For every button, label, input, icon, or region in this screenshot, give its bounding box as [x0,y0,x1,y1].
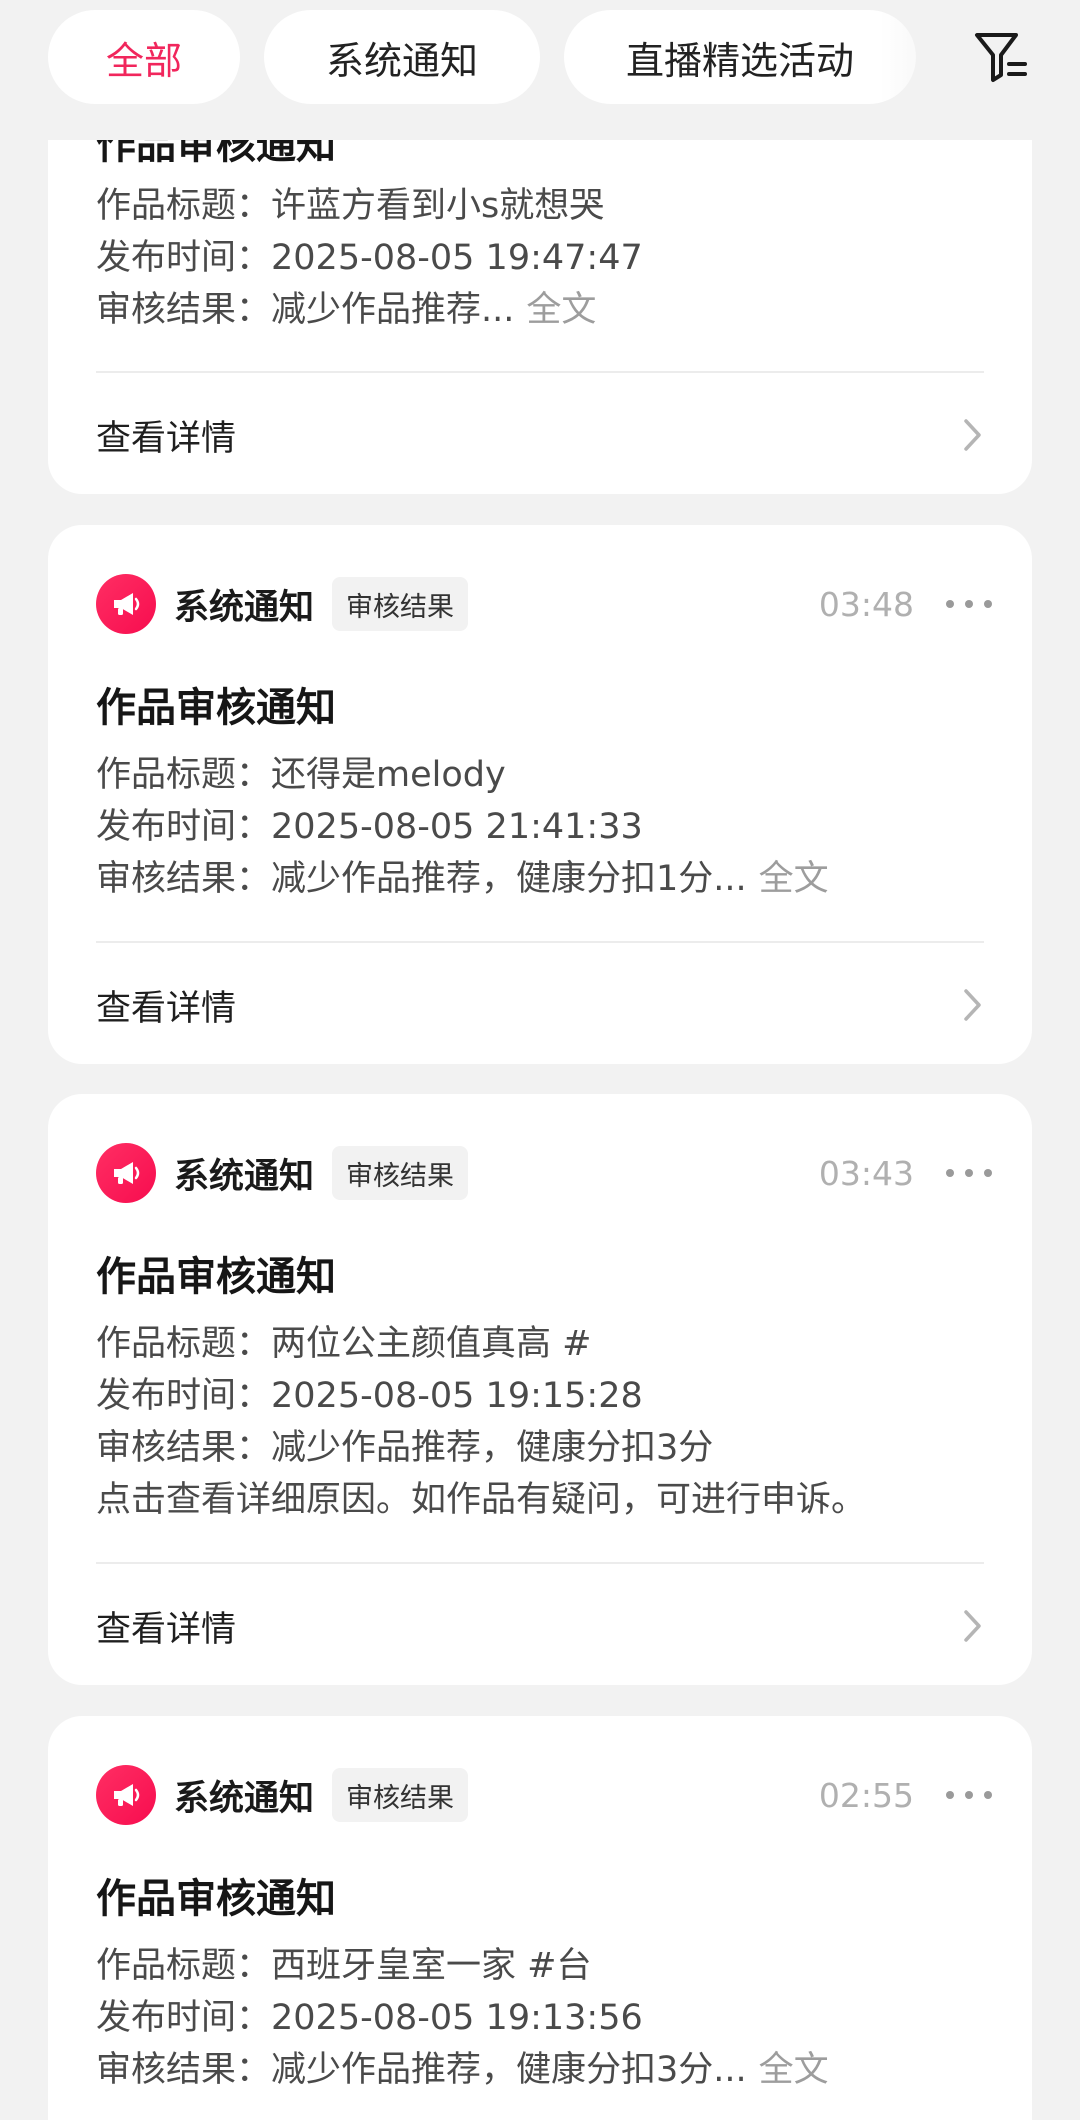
line-label: 发布时间： [96,1998,272,2038]
view-details-label: 查看详情 [96,1609,237,1650]
line-value: 减少作品推荐，健康分扣3分... [271,2050,747,2090]
more-horizontal-icon[interactable] [946,584,992,624]
line-value: 减少作品推荐，健康分扣1分... [271,859,747,899]
line-label: 审核结果： [96,859,272,899]
category-tag: 审核结果 [332,1768,469,1822]
card-line-work-title: 作品标题：西班牙皇室一家 #台 [96,1942,992,1990]
line-label: 发布时间： [96,807,272,847]
chevron-right-icon [962,1608,984,1644]
card-header: 系统通知 审核结果 03:43 [96,1143,992,1203]
tab-system-notice[interactable]: 系统通知 [264,10,540,104]
megaphone-icon [96,1143,156,1203]
line-label: 作品标题： [96,1946,272,1986]
card-line-review-result: 审核结果：减少作品推荐，健康分扣1分... 全文 [96,855,992,903]
timestamp: 03:43 [818,1153,914,1193]
view-details-label: 查看详情 [96,418,237,459]
category-tag: 审核结果 [332,1146,469,1200]
line-value: 西班牙皇室一家 #台 [271,1946,592,1986]
card-line-publish-time: 发布时间：2025-08-05 19:13:56 [96,1994,992,2042]
full-text-link[interactable]: 全文 [526,290,596,330]
category-tag: 审核结果 [332,577,469,631]
card-divider [96,1562,984,1564]
line-label: 发布时间： [96,238,272,278]
line-value: 还得是melody [271,755,506,795]
card-header: 系统通知 审核结果 03:48 [96,574,992,634]
more-horizontal-icon[interactable] [946,1153,992,1193]
sender-name: 系统通知 [174,1156,315,1197]
notification-card[interactable]: 系统通知 审核结果 03:48 作品审核通知 作品标题：还得是melody 发布… [48,525,1032,1064]
line-value: 点击查看详细原因。如作品有疑问，可进行申诉。 [96,1480,867,1520]
line-value: 减少作品推荐，健康分扣3分 [271,1428,714,1468]
line-label: 审核结果： [96,2050,272,2090]
card-header: 系统通知 审核结果 02:55 [96,1765,992,1825]
sender-name: 系统通知 [174,587,315,628]
tab-fade-overlay [880,0,960,140]
card-line-review-result: 审核结果：减少作品推荐，健康分扣3分 [96,1424,992,1472]
card-line-work-title: 作品标题：两位公主颜值真高 # [96,1320,992,1368]
card-line-publish-time: 发布时间：2025-08-05 19:15:28 [96,1372,992,1420]
card-line-publish-time: 发布时间：2025-08-05 21:41:33 [96,803,992,851]
sender-name: 系统通知 [174,1778,315,1819]
card-line-review-result: 审核结果：减少作品推荐，健康分扣3分... 全文 [96,2046,992,2094]
notification-card[interactable]: 系统通知 审核结果 02:55 作品审核通知 作品标题：西班牙皇室一家 #台 发… [48,1716,1032,2120]
card-line-publish-time: 发布时间：2025-08-05 19:47:47 [96,234,992,282]
timestamp: 02:55 [818,1775,914,1815]
card-title: 作品审核通知 [96,685,336,731]
chevron-right-icon [962,417,984,453]
more-horizontal-icon[interactable] [946,1775,992,1815]
notification-card[interactable]: 系统通知 审核结果 03:43 作品审核通知 作品标题：两位公主颜值真高 # 发… [48,1094,1032,1685]
card-line-work-title: 作品标题：许蓝方看到小s就想哭 [96,182,992,230]
view-details-row[interactable]: 查看详情 [96,1591,984,1661]
line-label: 作品标题： [96,755,272,795]
line-label: 发布时间： [96,1376,272,1416]
view-details-row[interactable]: 查看详情 [96,400,984,470]
tab-all[interactable]: 全部 [48,10,240,104]
full-text-link[interactable]: 全文 [759,2050,829,2090]
card-line-review-result: 审核结果：减少作品推荐... 全文 [96,286,992,334]
line-value: 两位公主颜值真高 # [271,1324,592,1364]
card-divider [96,941,984,943]
line-value: 2025-08-05 19:15:28 [271,1376,643,1416]
filter-icon[interactable] [966,22,1036,92]
timestamp: 03:48 [818,584,914,624]
filter-tab-bar: 全部 系统通知 直播精选活动 [0,0,1080,140]
chevron-right-icon [962,987,984,1023]
card-title: 作品审核通知 [96,1254,336,1300]
full-text-link[interactable]: 全文 [759,859,829,899]
line-label: 作品标题： [96,186,272,226]
megaphone-icon [96,1765,156,1825]
view-details-row[interactable]: 查看详情 [96,970,984,1040]
line-value: 2025-08-05 19:47:47 [271,238,643,278]
notification-list-page: 作品审核通知 作品标题：许蓝方看到小s就想哭 发布时间：2025-08-05 1… [0,0,1080,2120]
line-value: 许蓝方看到小s就想哭 [271,186,605,226]
line-value: 2025-08-05 21:41:33 [271,807,643,847]
megaphone-icon [96,574,156,634]
line-value: 2025-08-05 19:13:56 [271,1998,643,2038]
line-label: 审核结果： [96,1428,272,1468]
card-title: 作品审核通知 [96,1876,336,1922]
card-divider [96,371,984,373]
view-details-label: 查看详情 [96,988,237,1029]
card-line-work-title: 作品标题：还得是melody [96,751,992,799]
line-label: 审核结果： [96,290,272,330]
line-value: 减少作品推荐... [271,290,515,330]
tab-live-activities[interactable]: 直播精选活动 [564,10,916,104]
card-line-appeal-hint: 点击查看详细原因。如作品有疑问，可进行申诉。 [96,1476,992,1524]
line-label: 作品标题： [96,1324,272,1364]
